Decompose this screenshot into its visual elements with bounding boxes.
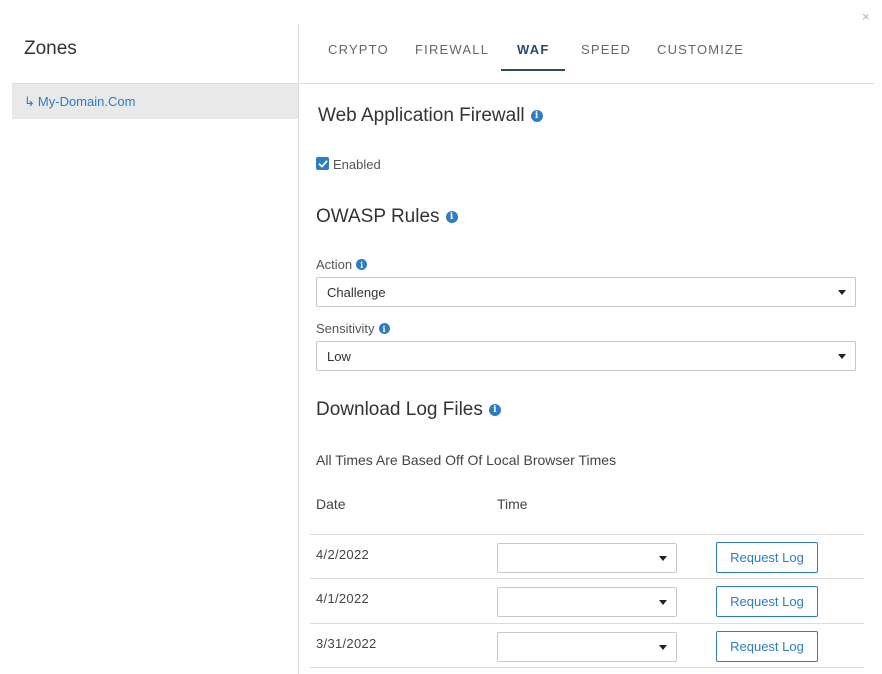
action-label: Action i bbox=[316, 257, 368, 272]
table-bottom-divider bbox=[310, 667, 864, 668]
sensitivity-label: Sensitivity i bbox=[316, 321, 390, 336]
chevron-down-icon bbox=[659, 645, 667, 650]
subdirectory-arrow-icon: ↳ bbox=[24, 93, 35, 109]
sensitivity-select[interactable]: Low bbox=[316, 341, 856, 371]
waf-enabled-checkbox[interactable] bbox=[316, 157, 329, 170]
zone-item-my-domain[interactable]: ↳ My-Domain.Com bbox=[12, 83, 298, 119]
check-icon bbox=[318, 160, 327, 167]
info-icon[interactable]: i bbox=[356, 259, 368, 270]
waf-section-title: Web Application Firewall i bbox=[318, 105, 543, 127]
active-tab-indicator bbox=[501, 69, 565, 71]
chevron-down-icon bbox=[838, 290, 846, 295]
request-log-button[interactable]: Request Log bbox=[716, 631, 818, 662]
tab-crypto[interactable]: CRYPTO bbox=[328, 42, 389, 57]
log-date: 3/31/2022 bbox=[316, 636, 377, 651]
chevron-down-icon bbox=[659, 600, 667, 605]
waf-enabled-row: Enabled bbox=[316, 155, 381, 172]
info-icon[interactable]: i bbox=[378, 323, 390, 334]
time-select[interactable] bbox=[497, 543, 677, 573]
info-icon[interactable]: i bbox=[445, 211, 458, 223]
tab-waf[interactable]: WAF bbox=[517, 42, 549, 57]
zone-item-label: My-Domain.Com bbox=[37, 94, 136, 109]
column-header-time: Time bbox=[497, 496, 528, 512]
logs-section-title: Download Log Files i bbox=[316, 399, 501, 421]
zones-sidebar: Zones ↳ My-Domain.Com bbox=[12, 24, 299, 674]
request-log-button[interactable]: Request Log bbox=[716, 542, 818, 573]
request-log-button[interactable]: Request Log bbox=[716, 586, 818, 617]
table-row: 4/1/2022 Request Log bbox=[310, 578, 864, 623]
chevron-down-icon bbox=[659, 556, 667, 561]
sensitivity-select-value: Low bbox=[327, 348, 351, 364]
time-zone-note: All Times Are Based Off Of Local Browser… bbox=[316, 452, 617, 468]
action-select-value: Challenge bbox=[327, 284, 386, 300]
waf-title-text: Web Application Firewall bbox=[318, 105, 525, 126]
logs-title-text: Download Log Files bbox=[316, 399, 483, 420]
tab-speed[interactable]: SPEED bbox=[581, 42, 631, 57]
tab-firewall[interactable]: FIREWALL bbox=[415, 42, 489, 57]
tab-customize[interactable]: CUSTOMIZE bbox=[657, 42, 744, 57]
settings-tabs: CRYPTO FIREWALL WAF SPEED CUSTOMIZE bbox=[300, 24, 874, 84]
close-icon[interactable]: × bbox=[862, 10, 870, 23]
time-select[interactable] bbox=[497, 632, 677, 662]
log-date: 4/1/2022 bbox=[316, 591, 370, 606]
action-select[interactable]: Challenge bbox=[316, 277, 856, 307]
info-icon[interactable]: i bbox=[530, 110, 543, 122]
info-icon[interactable]: i bbox=[488, 404, 501, 416]
sensitivity-label-text: Sensitivity bbox=[316, 321, 375, 336]
table-row: 4/2/2022 Request Log bbox=[310, 534, 864, 579]
owasp-section-title: OWASP Rules i bbox=[316, 206, 458, 228]
chevron-down-icon bbox=[838, 354, 846, 359]
log-date: 4/2/2022 bbox=[316, 547, 370, 562]
sidebar-title: Zones bbox=[24, 38, 77, 59]
column-header-date: Date bbox=[316, 496, 346, 512]
time-select[interactable] bbox=[497, 587, 677, 617]
table-row: 3/31/2022 Request Log bbox=[310, 623, 864, 668]
owasp-title-text: OWASP Rules bbox=[316, 206, 440, 227]
waf-enabled-label: Enabled bbox=[333, 157, 381, 172]
action-label-text: Action bbox=[316, 257, 353, 272]
